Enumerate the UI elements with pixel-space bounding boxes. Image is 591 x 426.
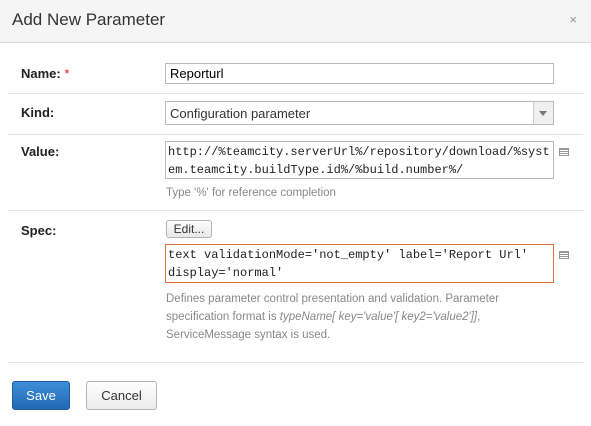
- text-editor-icon[interactable]: [559, 148, 569, 156]
- divider: [8, 210, 583, 211]
- name-label: Name: *: [21, 66, 69, 81]
- value-hint: Type '%' for reference completion: [166, 187, 336, 199]
- text-editor-icon[interactable]: [559, 251, 569, 259]
- spec-label: Spec:: [21, 223, 57, 238]
- spec-hint-format: typeName[ key='value'[ key2='value2']]: [279, 311, 478, 323]
- value-label: Value:: [21, 144, 60, 159]
- kind-label: Kind:: [21, 105, 55, 120]
- name-label-text: Name:: [21, 66, 61, 81]
- chevron-down-icon[interactable]: [533, 102, 553, 124]
- edit-spec-button[interactable]: Edit...: [166, 220, 212, 238]
- save-button[interactable]: Save: [12, 381, 70, 410]
- kind-select[interactable]: Configuration parameter: [165, 101, 554, 125]
- close-icon[interactable]: ×: [569, 12, 577, 27]
- value-textarea[interactable]: http://%teamcity.serverUrl%/repository/d…: [165, 141, 554, 179]
- kind-selected-value: Configuration parameter: [170, 106, 311, 121]
- divider: [8, 134, 583, 135]
- divider: [8, 362, 583, 363]
- spec-hint: Defines parameter control presentation a…: [166, 290, 546, 344]
- spec-textarea[interactable]: text validationMode='not_empty' label='R…: [165, 244, 554, 283]
- divider: [8, 93, 583, 94]
- dialog-title: Add New Parameter: [12, 10, 166, 29]
- required-mark: *: [64, 66, 70, 81]
- dialog-header: Add New Parameter ×: [0, 0, 591, 43]
- name-input[interactable]: [165, 63, 554, 84]
- cancel-button[interactable]: Cancel: [86, 381, 157, 410]
